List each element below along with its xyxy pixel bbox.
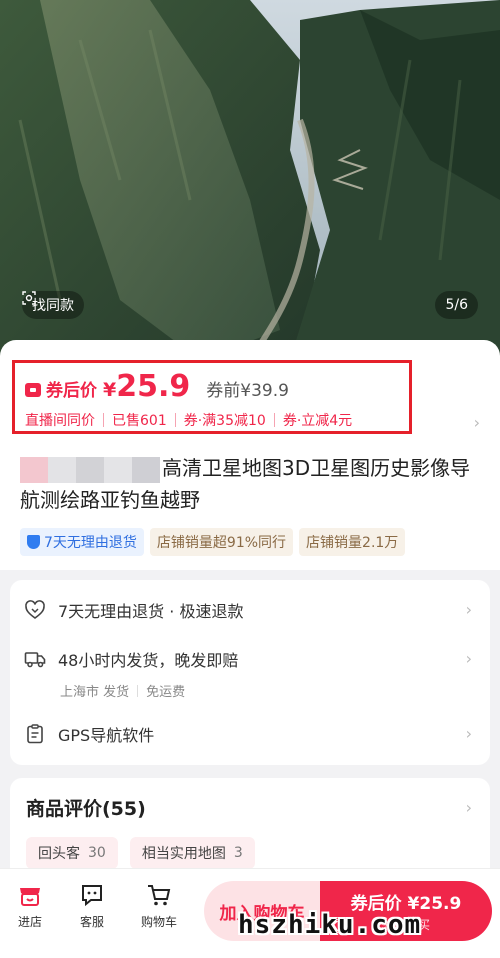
- promo-row[interactable]: 直播间同价 已售601 券·满35减10 券·立减4元: [25, 410, 352, 430]
- customer-service-button[interactable]: 客服: [67, 881, 117, 930]
- service-card: 7天无理由退货 · 极速退款 › 48小时内发货，晚发即赔 › 上海市 发货 免…: [10, 580, 490, 765]
- blurred-title-prefix: [20, 456, 160, 483]
- heart-refund-icon: [25, 600, 45, 619]
- truck-icon: [24, 652, 46, 668]
- image-page-indicator: 5/6: [435, 291, 478, 319]
- price-row: 券后价 ¥ 25.9 券前¥39.9: [25, 369, 289, 404]
- coupon-icon: [25, 383, 41, 397]
- badge-label: 店铺销量超91%同行: [156, 535, 287, 551]
- badge-label: 7天无理由退货: [44, 535, 137, 551]
- review-tag-label: 回头客: [38, 846, 80, 862]
- site-watermark: hszhiku.com: [238, 910, 422, 940]
- shipping-service-text: 48小时内发货，晚发即赔: [58, 651, 239, 670]
- product-title: 高清卫星地图3D卫星图历史影像导航测绘路亚钓鱼越野: [20, 452, 480, 516]
- chevron-right-icon[interactable]: ›: [466, 649, 472, 668]
- promo-item: 直播间同价: [25, 413, 95, 429]
- cart-label: 购物车: [140, 915, 177, 929]
- price-currency: ¥: [103, 379, 117, 401]
- shield-check-icon: [27, 535, 40, 549]
- find-similar-button[interactable]: 找同款: [22, 291, 84, 319]
- review-tag[interactable]: 相当实用地图 3: [129, 837, 255, 869]
- spec-row[interactable]: GPS导航软件: [24, 722, 154, 746]
- chevron-right-icon[interactable]: ›: [466, 724, 472, 743]
- price-highlight-box: 券后价 ¥ 25.9 券前¥39.9 直播间同价 已售601 券·满35减10 …: [12, 360, 412, 434]
- shipping-detail: 上海市 发货 免运费: [60, 681, 185, 700]
- cart-button[interactable]: 购物车: [134, 881, 184, 930]
- review-tag-count: 30: [88, 845, 106, 861]
- customer-service-label: 客服: [79, 915, 104, 929]
- store-button[interactable]: 进店: [5, 881, 55, 930]
- returns-service-row[interactable]: 7天无理由退货 · 极速退款: [24, 598, 243, 622]
- shipping-origin: 上海市 发货: [60, 685, 130, 700]
- reviews-title: 商品评价(55): [26, 798, 146, 820]
- badge-row: 7天无理由退货 店铺销量超91%同行 店铺销量2.1万: [20, 528, 406, 556]
- badge-label: 店铺销量2.1万: [306, 535, 399, 551]
- promo-divider: [174, 413, 176, 427]
- return-policy-badge: 7天无理由退货: [20, 528, 144, 556]
- review-tag[interactable]: 回头客 30: [26, 837, 118, 869]
- clipboard-icon: [27, 724, 43, 744]
- returns-service-text: 7天无理由退货 · 极速退款: [58, 602, 244, 621]
- promo-item: 券·满35减10: [183, 413, 266, 429]
- product-image-gallery[interactable]: 找同款 5/6: [0, 0, 500, 360]
- review-tag-label: 相当实用地图: [141, 846, 226, 862]
- store-sales-rank-badge: 店铺销量超91%同行: [149, 528, 294, 556]
- find-similar-label: 找同款: [32, 298, 74, 314]
- reviews-section[interactable]: 商品评价(55) › 回头客 30 相当实用地图 3: [10, 778, 490, 878]
- spec-text: GPS导航软件: [58, 726, 155, 745]
- promo-divider: [103, 413, 104, 427]
- price-value: 25.9: [116, 369, 191, 404]
- review-tag-count: 3: [233, 845, 243, 861]
- shopping-cart-icon: [148, 885, 171, 906]
- chevron-right-icon[interactable]: ›: [466, 600, 472, 619]
- promo-item: 已售601: [112, 413, 167, 429]
- store-icon: [20, 888, 40, 906]
- promo-divider: [273, 413, 275, 427]
- scan-search-icon: [22, 291, 36, 305]
- chevron-right-icon[interactable]: ›: [474, 413, 480, 432]
- after-coupon-label: 券后价: [46, 381, 97, 401]
- review-tag-list: 回头客 30 相当实用地图 3: [26, 837, 255, 869]
- chevron-right-icon[interactable]: ›: [466, 798, 472, 817]
- product-info-card: 券后价 ¥ 25.9 券前¥39.9 直播间同价 已售601 券·满35减10 …: [0, 340, 500, 570]
- shipping-fee: 免运费: [146, 685, 186, 700]
- store-sales-volume-badge: 店铺销量2.1万: [299, 528, 406, 556]
- chat-icon: [82, 885, 102, 907]
- promo-item: 券·立减4元: [282, 413, 353, 429]
- shipping-service-row[interactable]: 48小时内发货，晚发即赔: [24, 647, 238, 671]
- divider: [137, 684, 139, 697]
- store-label: 进店: [17, 915, 42, 929]
- before-coupon-price: 券前¥39.9: [206, 381, 289, 401]
